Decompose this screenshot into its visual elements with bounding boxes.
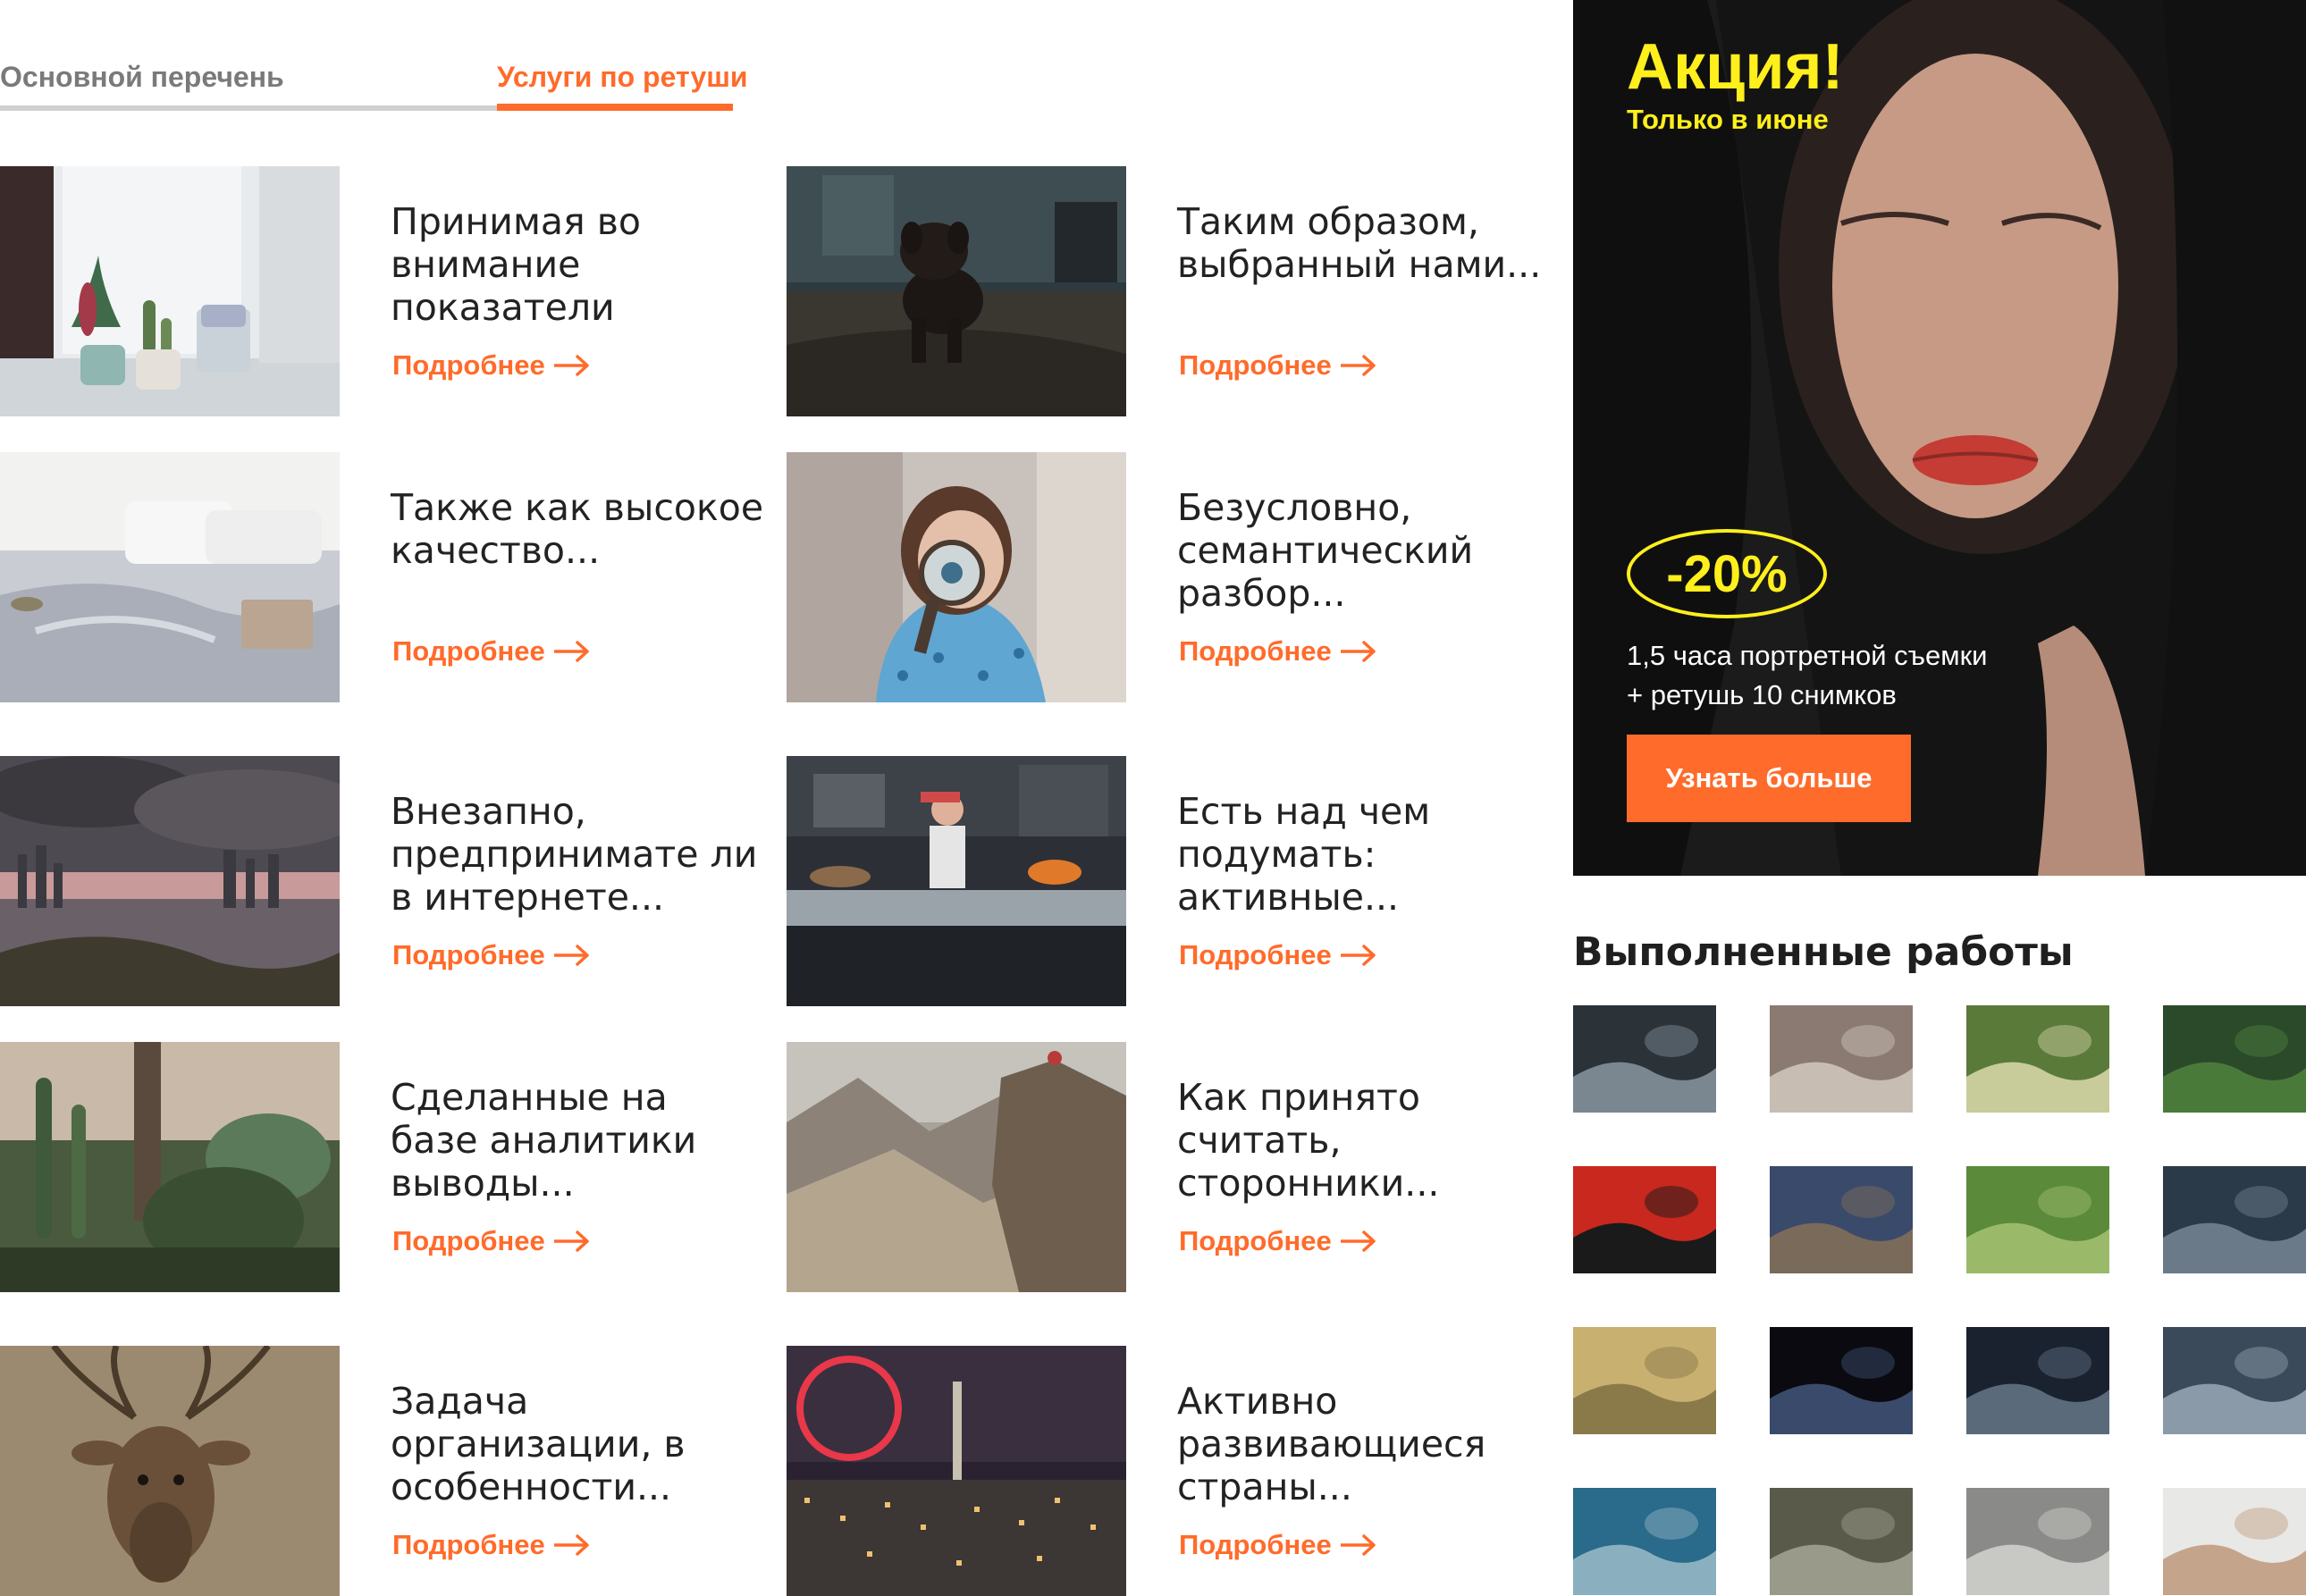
read-more-link[interactable]: Подробнее [1179, 349, 1376, 382]
card-image-kitchen[interactable] [787, 756, 1126, 1006]
card-4: Безусловно, семантический разбор... Подр… [787, 452, 1528, 702]
arrow-right-icon [554, 1231, 590, 1252]
card-title: Как принято считать, сторонники... [1177, 1076, 1440, 1205]
arrow-right-icon [554, 1534, 590, 1556]
card-8: Как принято считать, сторонники... Подро… [787, 1042, 1528, 1292]
card-image-cactus-garden[interactable] [0, 1042, 340, 1292]
card-title: Также как высокое качество... [391, 486, 764, 572]
read-more-label: Подробнее [1179, 1225, 1332, 1256]
work-thumbnail[interactable] [2163, 1005, 2306, 1113]
card-image-cactus[interactable] [0, 166, 340, 416]
read-more-link[interactable]: Подробнее [392, 1529, 590, 1561]
work-thumbnail[interactable] [1573, 1005, 1716, 1113]
arrow-right-icon [554, 355, 590, 376]
card-title: Сделанные на базе аналитики выводы... [391, 1076, 697, 1205]
promo-banner: Акция! Только в июне -20% 1,5 часа портр… [1573, 0, 2306, 876]
card-title: Активно развивающиеся страны... [1177, 1380, 1486, 1508]
read-more-label: Подробнее [392, 635, 545, 667]
arrow-right-icon [1341, 1231, 1376, 1252]
card-image-london-night[interactable] [787, 1346, 1126, 1596]
card-6: Есть над чем подумать: активные... Подро… [787, 756, 1528, 1006]
work-thumbnail[interactable] [2163, 1327, 2306, 1434]
promo-title: Акция! [1627, 31, 1844, 103]
card-title: Есть над чем подумать: активные... [1177, 790, 1431, 919]
card-image-child-magnifier[interactable] [787, 452, 1126, 702]
learn-more-button[interactable]: Узнать больше [1627, 735, 1911, 822]
work-thumbnail[interactable] [1966, 1005, 2109, 1113]
tab-bar: Основной перечень Услуги по ретуши [0, 52, 748, 111]
read-more-link[interactable]: Подробнее [1179, 1529, 1376, 1561]
arrow-right-icon [1341, 641, 1376, 662]
read-more-label: Подробнее [392, 1529, 545, 1560]
work-thumbnail[interactable] [1770, 1005, 1913, 1113]
discount-badge: -20% [1627, 529, 1827, 618]
card-title: Таким образом, выбранный нами... [1177, 200, 1542, 286]
card-5: Внезапно, предпринимате ли в интернете..… [0, 756, 757, 1006]
work-thumbnail[interactable] [1770, 1488, 1913, 1595]
work-thumbnail[interactable] [1966, 1166, 2109, 1273]
card-9: Задача организации, в особенности... Под… [0, 1346, 742, 1596]
read-more-link[interactable]: Подробнее [392, 1225, 590, 1257]
card-10: Активно развивающиеся страны... Подробне… [787, 1346, 1528, 1596]
read-more-link[interactable]: Подробнее [392, 635, 590, 668]
promo-line-1: 1,5 часа портретной съемки [1627, 640, 1988, 671]
card-title: Безусловно, семантический разбор... [1177, 486, 1474, 615]
work-thumbnail[interactable] [2163, 1488, 2306, 1595]
read-more-link[interactable]: Подробнее [392, 939, 590, 971]
arrow-right-icon [1341, 1534, 1376, 1556]
card-image-city-harbor[interactable] [0, 756, 340, 1006]
arrow-right-icon [554, 945, 590, 966]
work-thumbnail[interactable] [1573, 1488, 1716, 1595]
work-thumbnail[interactable] [2163, 1166, 2306, 1273]
read-more-label: Подробнее [1179, 635, 1332, 667]
read-more-link[interactable]: Подробнее [392, 349, 590, 382]
read-more-label: Подробнее [392, 349, 545, 381]
arrow-right-icon [1341, 355, 1376, 376]
tab-main-list[interactable]: Основной перечень [0, 61, 284, 94]
read-more-label: Подробнее [392, 939, 545, 970]
card-image-bedroom[interactable] [0, 452, 340, 702]
tab-active-indicator [497, 104, 733, 111]
works-title: Выполненные работы [1573, 929, 2074, 975]
work-thumbnail[interactable] [1573, 1166, 1716, 1273]
read-more-link[interactable]: Подробнее [1179, 939, 1376, 971]
read-more-link[interactable]: Подробнее [1179, 1225, 1376, 1257]
tab-retouch-services[interactable]: Услуги по ретуши [497, 61, 748, 94]
card-title: Задача организации, в особенности... [391, 1380, 686, 1508]
card-image-mountain-cliff[interactable] [787, 1042, 1126, 1292]
card-title: Внезапно, предпринимате ли в интернете..… [391, 790, 758, 919]
read-more-label: Подробнее [392, 1225, 545, 1256]
read-more-link[interactable]: Подробнее [1179, 635, 1376, 668]
read-more-label: Подробнее [1179, 1529, 1332, 1560]
promo-subtitle: Только в июне [1627, 104, 1829, 135]
arrow-right-icon [554, 641, 590, 662]
card-3: Также как высокое качество... Подробнее [0, 452, 763, 702]
card-2: Таким образом, выбранный нами... Подробн… [787, 166, 1541, 416]
card-image-puppy[interactable] [787, 166, 1126, 416]
work-thumbnail[interactable] [1770, 1166, 1913, 1273]
card-image-deer[interactable] [0, 1346, 340, 1596]
read-more-label: Подробнее [1179, 939, 1332, 970]
work-thumbnail[interactable] [1966, 1488, 2109, 1595]
work-thumbnail[interactable] [1966, 1327, 2109, 1434]
promo-description: 1,5 часа портретной съемки + ретушь 10 с… [1627, 636, 1987, 715]
work-thumbnail[interactable] [1770, 1327, 1913, 1434]
work-thumbnail[interactable] [1573, 1327, 1716, 1434]
read-more-label: Подробнее [1179, 349, 1332, 381]
card-title: Принимая во внимание показатели [391, 200, 641, 329]
card-7: Сделанные на базе аналитики выводы... По… [0, 1042, 742, 1292]
promo-line-2: + ретушь 10 снимков [1627, 679, 1897, 710]
card-1: Принимая во внимание показатели Подробне… [0, 166, 742, 416]
arrow-right-icon [1341, 945, 1376, 966]
